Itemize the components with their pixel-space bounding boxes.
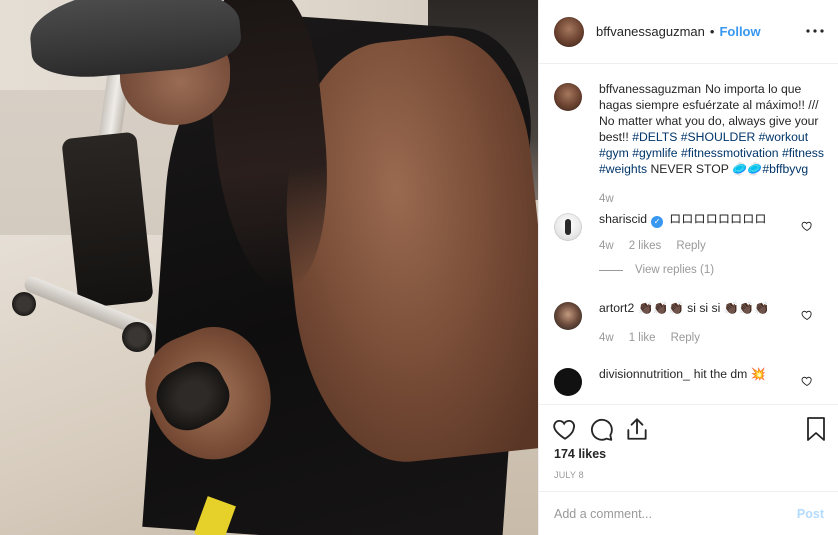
comment-text: hit the dm 💥 [693, 367, 766, 381]
hashtag-link[interactable]: #SHOULDER [681, 130, 756, 144]
comment-username[interactable]: artort2 [599, 301, 634, 315]
post-modal: bffvanessaguzman • Follow bffvanessaguzm… [0, 0, 838, 535]
heart-icon[interactable] [552, 416, 578, 442]
comment-item: shariscid ✓ ロロロロロロロロ 4w 2 likes Reply View… [554, 211, 825, 278]
post-date[interactable]: JULY 8 [554, 470, 584, 480]
view-replies-label: View replies (1) [635, 264, 715, 276]
comment-username[interactable]: shariscid [599, 212, 647, 226]
post-photo[interactable] [0, 0, 538, 535]
hashtag-link[interactable]: #fitnessmotivation [681, 146, 779, 160]
caption-meta: 4w [599, 191, 824, 207]
hashtag-link[interactable]: #gymlife [632, 146, 677, 160]
commenter-avatar[interactable] [554, 213, 582, 241]
comment-body: artort2 👏🏿👏🏿👏🏿 si si si 👏🏿👏🏿👏🏿 4w 1 like … [599, 300, 824, 346]
caption-username[interactable]: bffvanessaguzman [599, 82, 701, 96]
comment-icon[interactable] [588, 416, 614, 442]
view-replies-button[interactable]: View replies (1) [599, 262, 824, 278]
comment-form: Post [539, 491, 838, 535]
more-options-icon[interactable] [805, 21, 825, 41]
hashtag-link[interactable]: #gym [599, 146, 629, 160]
action-icons [552, 416, 650, 442]
photo-machine-wheel [122, 322, 152, 352]
comment-like-heart-icon[interactable] [801, 220, 813, 232]
commenter-avatar[interactable] [554, 368, 582, 396]
comment-item: artort2 👏🏿👏🏿👏🏿 si si si 👏🏿👏🏿👏🏿 4w 1 like … [554, 300, 825, 346]
comment-meta: 4w 2 likes Reply [599, 238, 824, 254]
caption-text: NEVER STOP 🥏🥏 [650, 162, 763, 176]
comment-text: 👏🏿👏🏿👏🏿 si si si 👏🏿👏🏿👏🏿 [638, 301, 770, 315]
commenter-avatar[interactable] [554, 302, 582, 330]
author-avatar[interactable] [554, 16, 584, 47]
post-comment-button[interactable]: Post [797, 507, 824, 521]
post-header: bffvanessaguzman • Follow [539, 0, 838, 64]
likes-count[interactable]: 174 likes [554, 447, 606, 461]
caption-time[interactable]: 4w [599, 191, 614, 207]
verified-badge-icon: ✓ [651, 216, 664, 228]
comment-like-heart-icon[interactable] [801, 375, 813, 387]
comment-text: ロロロロロロロロ [669, 212, 767, 226]
comments-list[interactable]: bffvanessaguzman No importa lo que hagas … [539, 65, 838, 403]
comment-time[interactable]: 4w [599, 238, 614, 254]
follow-button[interactable]: Follow [719, 24, 760, 39]
author-username[interactable]: bffvanessaguzman [596, 24, 705, 39]
replies-divider [599, 269, 623, 271]
photo-machine-wheel [12, 292, 36, 316]
comment-body: divisionnutrition_ hit the dm 💥 [599, 366, 824, 396]
reply-button[interactable]: Reply [671, 330, 700, 346]
hashtag-link[interactable]: #fitness [782, 146, 824, 160]
comment-item: divisionnutrition_ hit the dm 💥 [554, 366, 825, 396]
comment-username[interactable]: divisionnutrition_ [599, 367, 690, 381]
comment-input[interactable] [554, 506, 797, 521]
comment-like-heart-icon[interactable] [801, 309, 813, 321]
hashtag-link[interactable]: #bffbyvg [762, 162, 808, 176]
caption: bffvanessaguzman No importa lo que hagas … [554, 81, 825, 207]
comment-likes[interactable]: 2 likes [629, 238, 662, 254]
share-icon[interactable] [624, 416, 650, 442]
post-sidebar: bffvanessaguzman • Follow bffvanessaguzm… [538, 0, 838, 535]
hashtag-link[interactable]: #weights [599, 162, 647, 176]
comment-meta: 4w 1 like Reply [599, 330, 824, 346]
bookmark-icon[interactable] [805, 416, 827, 442]
comment-likes[interactable]: 1 like [629, 330, 656, 346]
author-avatar[interactable] [554, 83, 582, 111]
post-actions: 174 likes JULY 8 Post [539, 404, 838, 534]
reply-button[interactable]: Reply [676, 238, 705, 254]
comment-body: shariscid ✓ ロロロロロロロロ 4w 2 likes Reply View… [599, 211, 824, 278]
header-separator: • [709, 24, 715, 39]
caption-body: bffvanessaguzman No importa lo que hagas … [599, 81, 824, 207]
hashtag-link[interactable]: #DELTS [632, 130, 677, 144]
comment-time[interactable]: 4w [599, 330, 614, 346]
hashtag-link[interactable]: #workout [759, 130, 808, 144]
